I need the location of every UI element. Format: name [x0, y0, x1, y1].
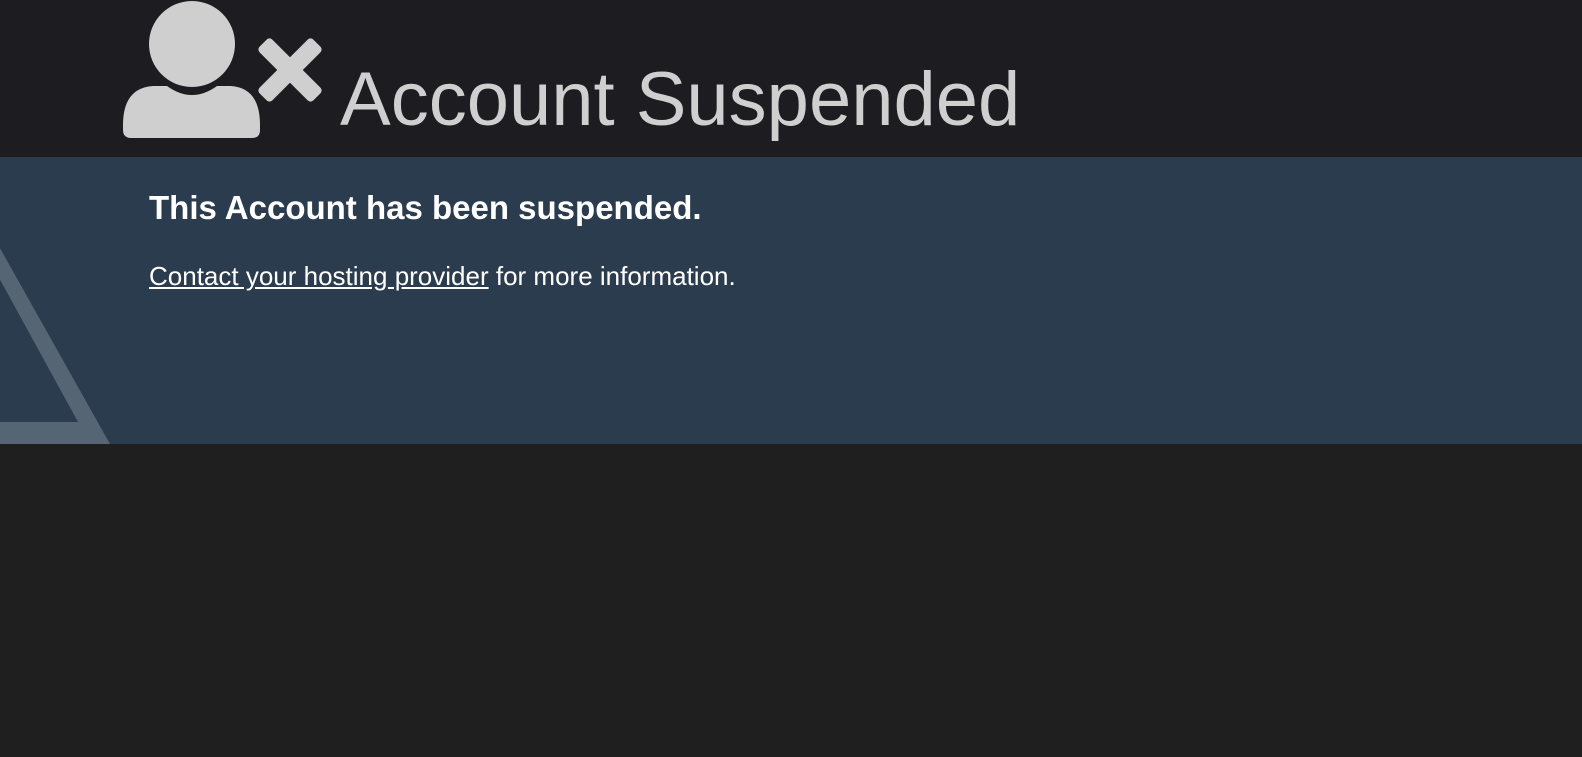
- page-background: [0, 444, 1582, 757]
- contact-provider-link[interactable]: Contact your hosting provider: [149, 261, 489, 291]
- suspension-heading: This Account has been suspended.: [149, 189, 702, 226]
- message-panel: This Account has been suspended. Contact…: [0, 157, 1582, 444]
- contact-message: Contact your hosting provider for more i…: [149, 260, 736, 292]
- user-remove-icon: [123, 1, 322, 138]
- page-header: Account Suspended: [0, 0, 1582, 157]
- warning-triangle-icon: [0, 248, 110, 444]
- page-title: Account Suspended: [340, 57, 1021, 142]
- contact-message-trailing-text: for more information.: [488, 261, 736, 291]
